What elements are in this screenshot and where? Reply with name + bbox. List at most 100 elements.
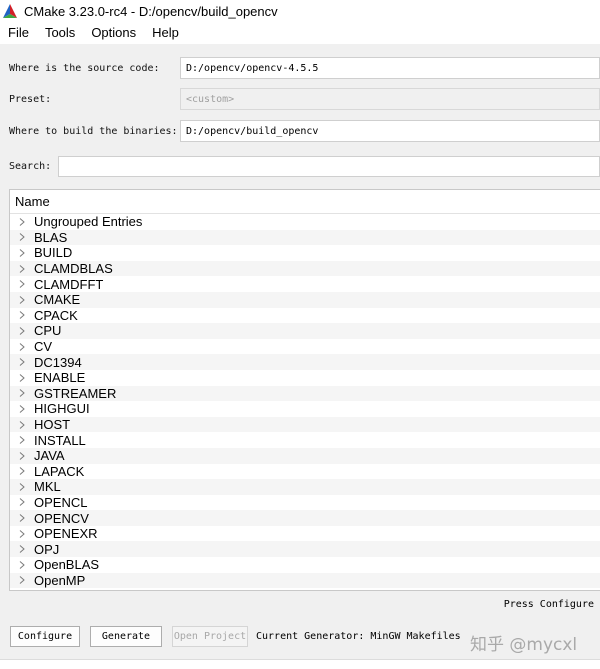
preset-value: <custom> [186,93,235,105]
chevron-right-icon[interactable] [10,280,34,289]
cmake-logo-icon [3,4,17,18]
menu-help[interactable]: Help [144,22,187,44]
tree-row-label: CLAMDBLAS [34,261,113,277]
watermark: 知乎 @mycxl [470,635,578,655]
tree-row[interactable]: OPENCV [10,510,600,526]
tree-row[interactable]: CPACK [10,308,600,324]
tree-row-label: CPACK [34,307,78,323]
build-path-value: D:/opencv/build_opencv [186,125,319,137]
search-label: Search: [9,161,52,172]
chevron-right-icon[interactable] [10,560,34,569]
tree-row[interactable]: CLAMDFFT [10,276,600,292]
preset-label: Preset: [9,94,52,105]
chevron-right-icon[interactable] [10,233,34,242]
output-log-area[interactable] [0,659,600,669]
build-path-input[interactable]: D:/opencv/build_opencv [180,120,600,142]
menu-tools[interactable]: Tools [37,22,83,44]
tree-row-label: MKL [34,479,61,495]
tree-row[interactable]: Ungrouped Entries [10,214,600,230]
tree-row-label: CPU [34,323,62,339]
preset-select[interactable]: <custom> [180,88,600,110]
tree-row[interactable]: MKL [10,479,600,495]
chevron-right-icon[interactable] [10,327,34,335]
tree-row[interactable]: CPU [10,323,600,339]
chevron-right-icon[interactable] [10,436,34,444]
source-path-value: D:/opencv/opencv-4.5.5 [186,62,319,74]
chevron-right-icon[interactable] [10,420,34,429]
tree-body: Ungrouped Entries BLAS BUILD CLAMDBLAS CLAMD… [10,214,600,589]
tree-row[interactable]: DC1394 [10,354,600,370]
menu-options[interactable]: Options [83,22,144,44]
chevron-right-icon[interactable] [10,498,34,507]
title-bar: CMake 3.23.0-rc4 - D:/opencv/build_openc… [0,0,600,22]
tree-row-label: BLAS [34,229,68,245]
build-label: Where to build the binaries: [9,126,178,137]
tree-row-label: OpenBLAS [34,557,100,573]
tree-row-label: CV [34,339,53,355]
search-input[interactable] [58,156,600,177]
configure-button[interactable]: Configure [10,626,80,647]
chevron-right-icon[interactable] [10,389,34,398]
chevron-right-icon[interactable] [10,373,34,382]
chevron-right-icon[interactable] [10,295,34,304]
chevron-right-icon[interactable] [10,514,34,522]
chevron-right-icon[interactable] [10,576,34,585]
tree-row[interactable]: BUILD [10,245,600,261]
chevron-right-icon[interactable] [10,405,34,413]
chevron-right-icon[interactable] [10,529,34,538]
generate-button[interactable]: Generate [90,626,162,647]
tree-row-label: OPJ [34,541,60,557]
tree-row-label: OPENEXR [34,526,98,542]
source-path-input[interactable]: D:/opencv/opencv-4.5.5 [180,57,600,79]
tree-row-label: OpenMP [34,572,86,588]
tree-row[interactable]: CV [10,339,600,355]
source-label: Where is the source code: [9,63,160,74]
tree-row[interactable]: JAVA [10,447,600,464]
menu-bar: File Tools Options Help [0,22,600,44]
tree-row[interactable]: GSTREAMER [10,385,600,402]
chevron-right-icon[interactable] [10,311,34,320]
tree-row-label: GSTREAMER [34,385,117,401]
tree-row-label: LAPACK [34,463,85,479]
chevron-right-icon[interactable] [10,342,34,351]
current-generator: Current Generator: MinGW Makefiles [256,631,461,642]
chevron-right-icon[interactable] [10,483,34,491]
tree-row[interactable]: CLAMDBLAS [10,260,600,277]
tree-row-label: HOST [34,417,71,433]
window-title: CMake 3.23.0-rc4 - D:/opencv/build_openc… [24,3,278,19]
tree-row-label: OPENCL [34,494,88,510]
tree-row[interactable]: BLAS [10,229,600,246]
tree-row[interactable]: OPENCL [10,495,600,511]
open-project-button[interactable]: Open Project [172,626,248,647]
menu-file[interactable]: File [0,22,37,44]
chevron-right-icon[interactable] [10,264,34,273]
tree-row[interactable]: OpenBLAS [10,557,600,573]
tree-row-label: CLAMDFFT [34,276,104,292]
chevron-right-icon[interactable] [10,451,34,460]
chevron-right-icon[interactable] [10,467,34,476]
tree-row[interactable]: OPJ [10,541,600,558]
cache-tree[interactable]: Name Ungrouped Entries BLAS BUILD CLAMDBLAS… [9,189,600,591]
chevron-right-icon[interactable] [10,249,34,257]
chevron-right-icon[interactable] [10,545,34,554]
tree-row[interactable]: OPENEXR [10,526,600,542]
tree-row-label: DC1394 [34,354,82,370]
tree-row[interactable]: INSTALL [10,432,600,448]
chevron-right-icon[interactable] [10,217,34,226]
tree-row-label: Ungrouped Entries [34,214,143,230]
chevron-right-icon[interactable] [10,358,34,367]
tree-row-label: CMAKE [34,292,81,308]
tree-row-label: OPENCV [34,510,89,526]
tree-row[interactable]: HIGHGUI [10,401,600,417]
tree-header-name[interactable]: Name [10,190,600,214]
tree-row[interactable]: ENABLE [10,370,600,386]
tree-row-label: ENABLE [34,370,86,386]
status-hint: Press Configure [503,599,594,610]
tree-row-label: JAVA [34,448,65,464]
tree-row[interactable]: CMAKE [10,291,600,308]
tree-row[interactable]: HOST [10,416,600,433]
tree-row[interactable]: LAPACK [10,464,600,480]
tree-row-label: INSTALL [34,432,86,448]
tree-row-label: HIGHGUI [34,401,90,417]
tree-row[interactable]: OpenMP [10,572,600,589]
